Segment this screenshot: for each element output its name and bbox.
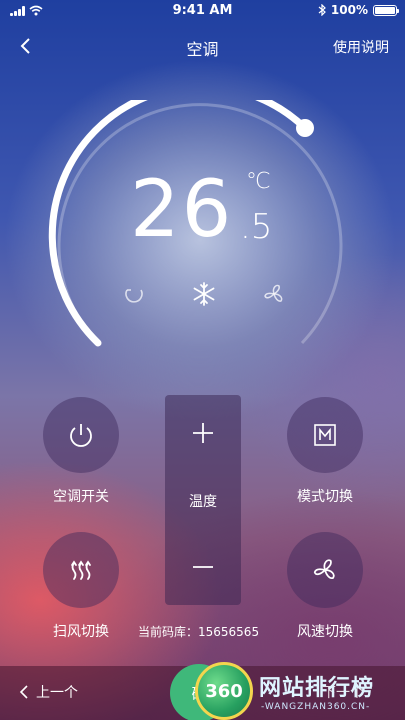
watermark-badge: 360 [195, 662, 253, 720]
code-library-info: 当前码库：15656565 [138, 625, 260, 639]
swing-button[interactable] [43, 532, 119, 608]
battery-percent: 100% [330, 3, 368, 17]
power-label: 空调开关 [53, 489, 109, 505]
power-button[interactable] [43, 397, 119, 473]
dial-knob [296, 119, 314, 137]
temperature-integer: 26 [130, 165, 234, 255]
temp-up-button[interactable] [165, 413, 241, 453]
fan-speed-button[interactable] [287, 532, 363, 608]
mode-button[interactable] [287, 397, 363, 473]
power-icon [70, 424, 92, 447]
fan-speed-label: 风速切换 [297, 624, 353, 640]
temp-down-button[interactable] [165, 547, 241, 587]
watermark-title: 网站排行榜 [259, 676, 375, 701]
battery-icon [373, 4, 399, 16]
status-bar: 9:41 AM 100% [0, 0, 405, 22]
temperature-unit: ℃ [246, 169, 271, 194]
fan-icon [260, 280, 288, 308]
status-right: 100% [318, 3, 399, 17]
bluetooth-icon [318, 4, 326, 16]
temperature-label: 温度 [189, 494, 217, 510]
minus-icon [193, 566, 213, 568]
manual-button[interactable]: 使用说明 [333, 37, 389, 57]
watermark: 360 网站排行榜 -WANGZHAN360.CN- [195, 662, 405, 720]
plus-icon [193, 423, 213, 443]
temperature-decimal: .5 [240, 207, 273, 247]
watermark-subtitle: -WANGZHAN360.CN- [261, 702, 371, 712]
swing-label: 扫风切换 [53, 624, 109, 640]
temperature-panel: 温度 [165, 395, 241, 605]
mode-m-icon [314, 424, 336, 446]
prev-button[interactable]: 上一个 [18, 682, 78, 702]
fan-speed-icon [313, 559, 335, 580]
swing-icon [71, 560, 91, 580]
dry-mode-icon [120, 280, 148, 308]
battery-fill [375, 6, 395, 14]
chevron-left-icon [19, 685, 28, 699]
snowflake-icon [190, 280, 218, 308]
mode-indicators [0, 280, 405, 308]
nav-bar: 空调 使用说明 [0, 28, 405, 64]
mode-label: 模式切换 [297, 489, 353, 505]
prev-label: 上一个 [36, 685, 78, 701]
